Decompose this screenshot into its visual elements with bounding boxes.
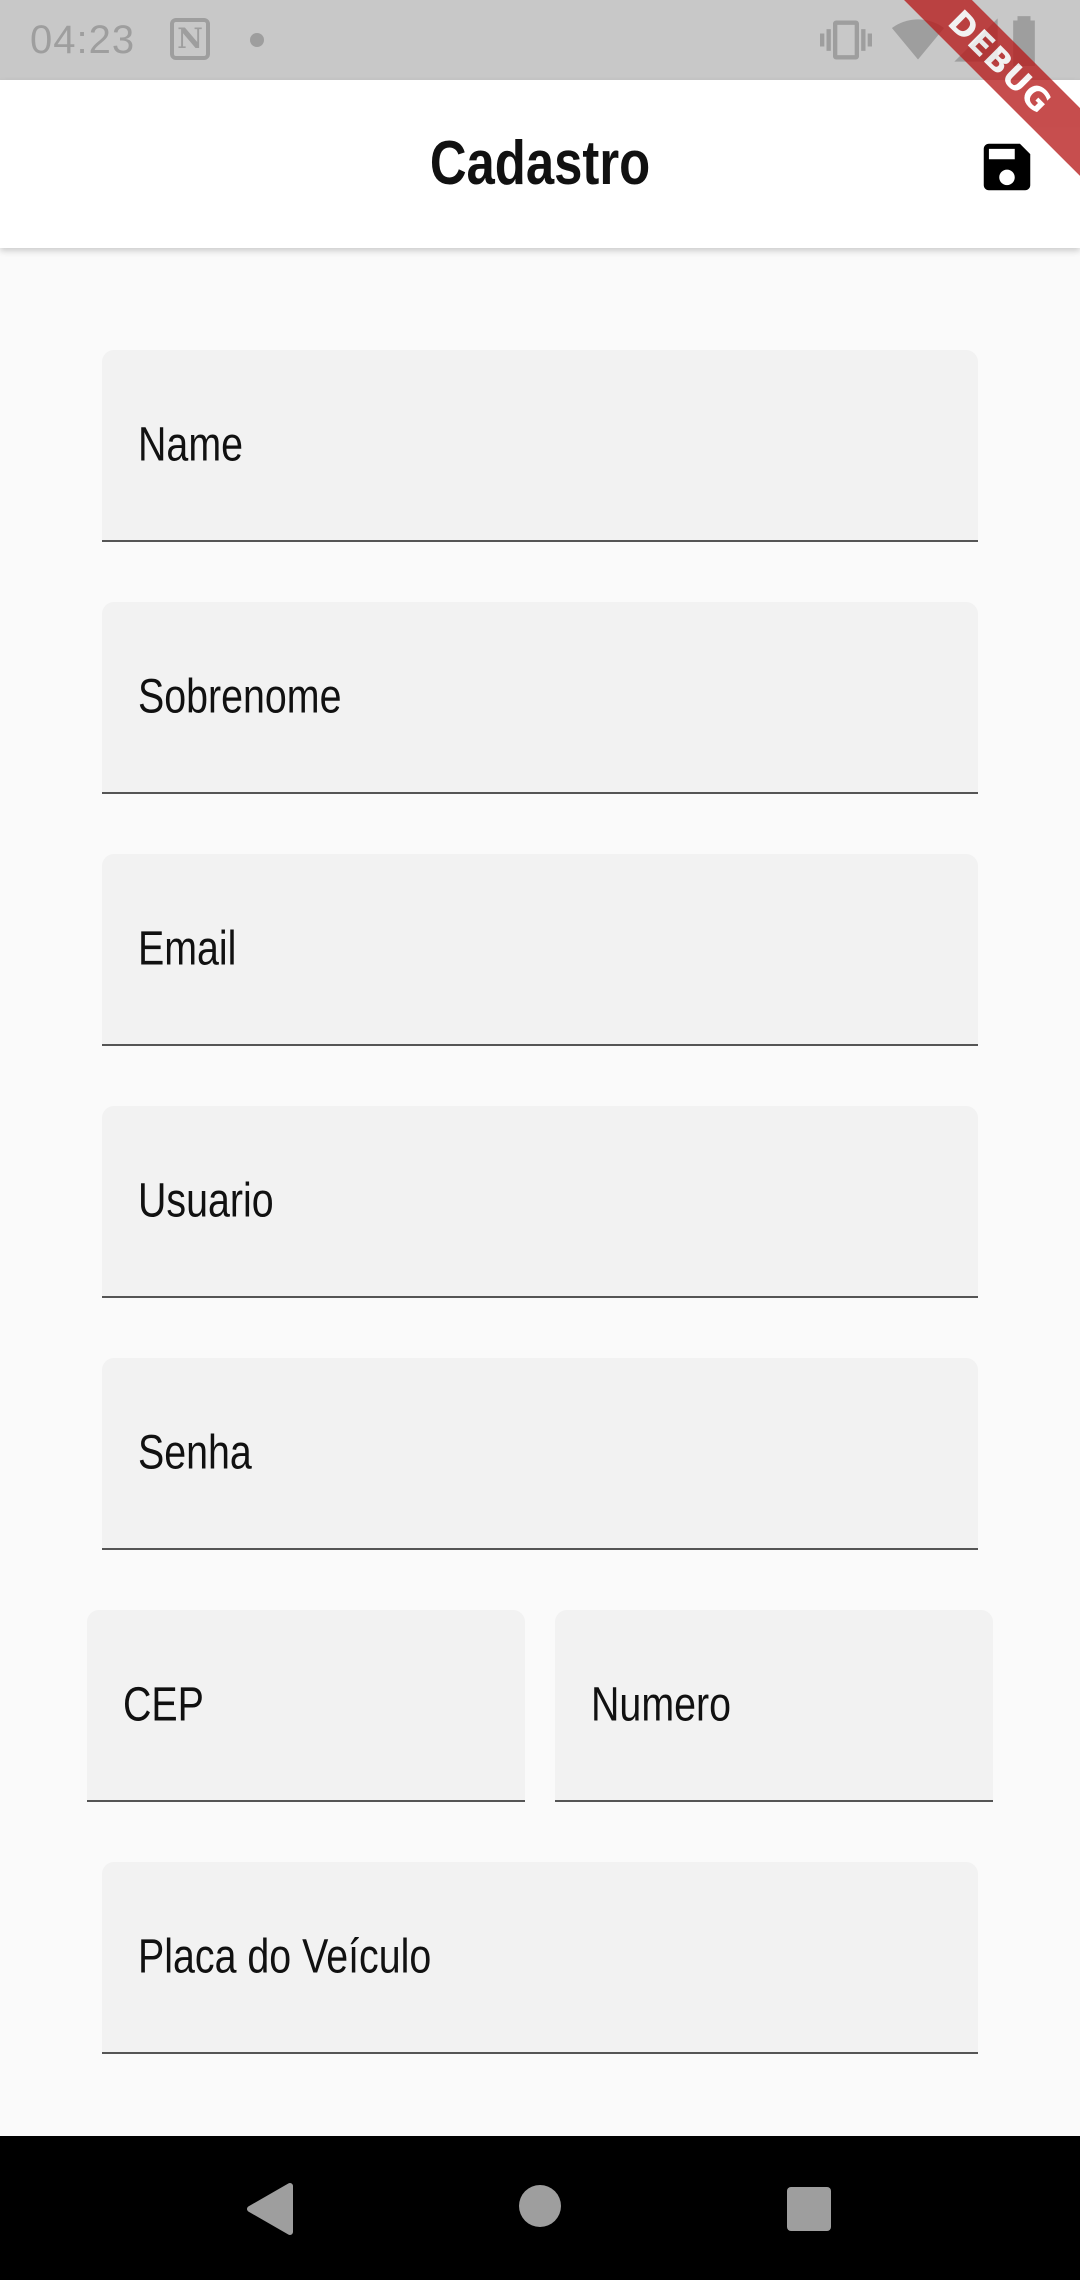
number-field[interactable]: Numero: [555, 1610, 993, 1802]
save-button[interactable]: [976, 136, 1038, 198]
system-nav-bar: [0, 2136, 1080, 2280]
password-field[interactable]: Senha: [102, 1358, 978, 1550]
back-icon[interactable]: [244, 2182, 294, 2236]
surname-field-label: Sobrenome: [138, 670, 342, 724]
number-field-label: Numero: [591, 1678, 731, 1732]
vehicle-plate-field-label: Placa do Veículo: [138, 1930, 432, 1984]
home-icon[interactable]: [518, 2184, 562, 2228]
app-bar: Cadastro: [0, 80, 1080, 248]
username-field[interactable]: Usuario: [102, 1106, 978, 1298]
cep-field[interactable]: CEP: [87, 1610, 525, 1802]
name-field[interactable]: Name: [102, 350, 978, 542]
save-icon: [983, 143, 1031, 191]
email-field[interactable]: Email: [102, 854, 978, 1046]
notification-dot-icon: [250, 33, 264, 47]
page-title: Cadastro: [429, 129, 651, 198]
name-field-label: Name: [138, 418, 243, 472]
password-field-label: Senha: [138, 1426, 252, 1480]
recents-icon[interactable]: [786, 2186, 832, 2232]
status-time: 04:23: [30, 18, 136, 62]
email-field-label: Email: [138, 922, 237, 976]
notion-app-icon: N: [170, 18, 210, 60]
username-field-label: Usuario: [138, 1174, 274, 1228]
vehicle-plate-field[interactable]: Placa do Veículo: [102, 1862, 978, 2054]
vibrate-icon: [820, 20, 872, 60]
cep-field-label: CEP: [123, 1678, 204, 1732]
surname-field[interactable]: Sobrenome: [102, 602, 978, 794]
